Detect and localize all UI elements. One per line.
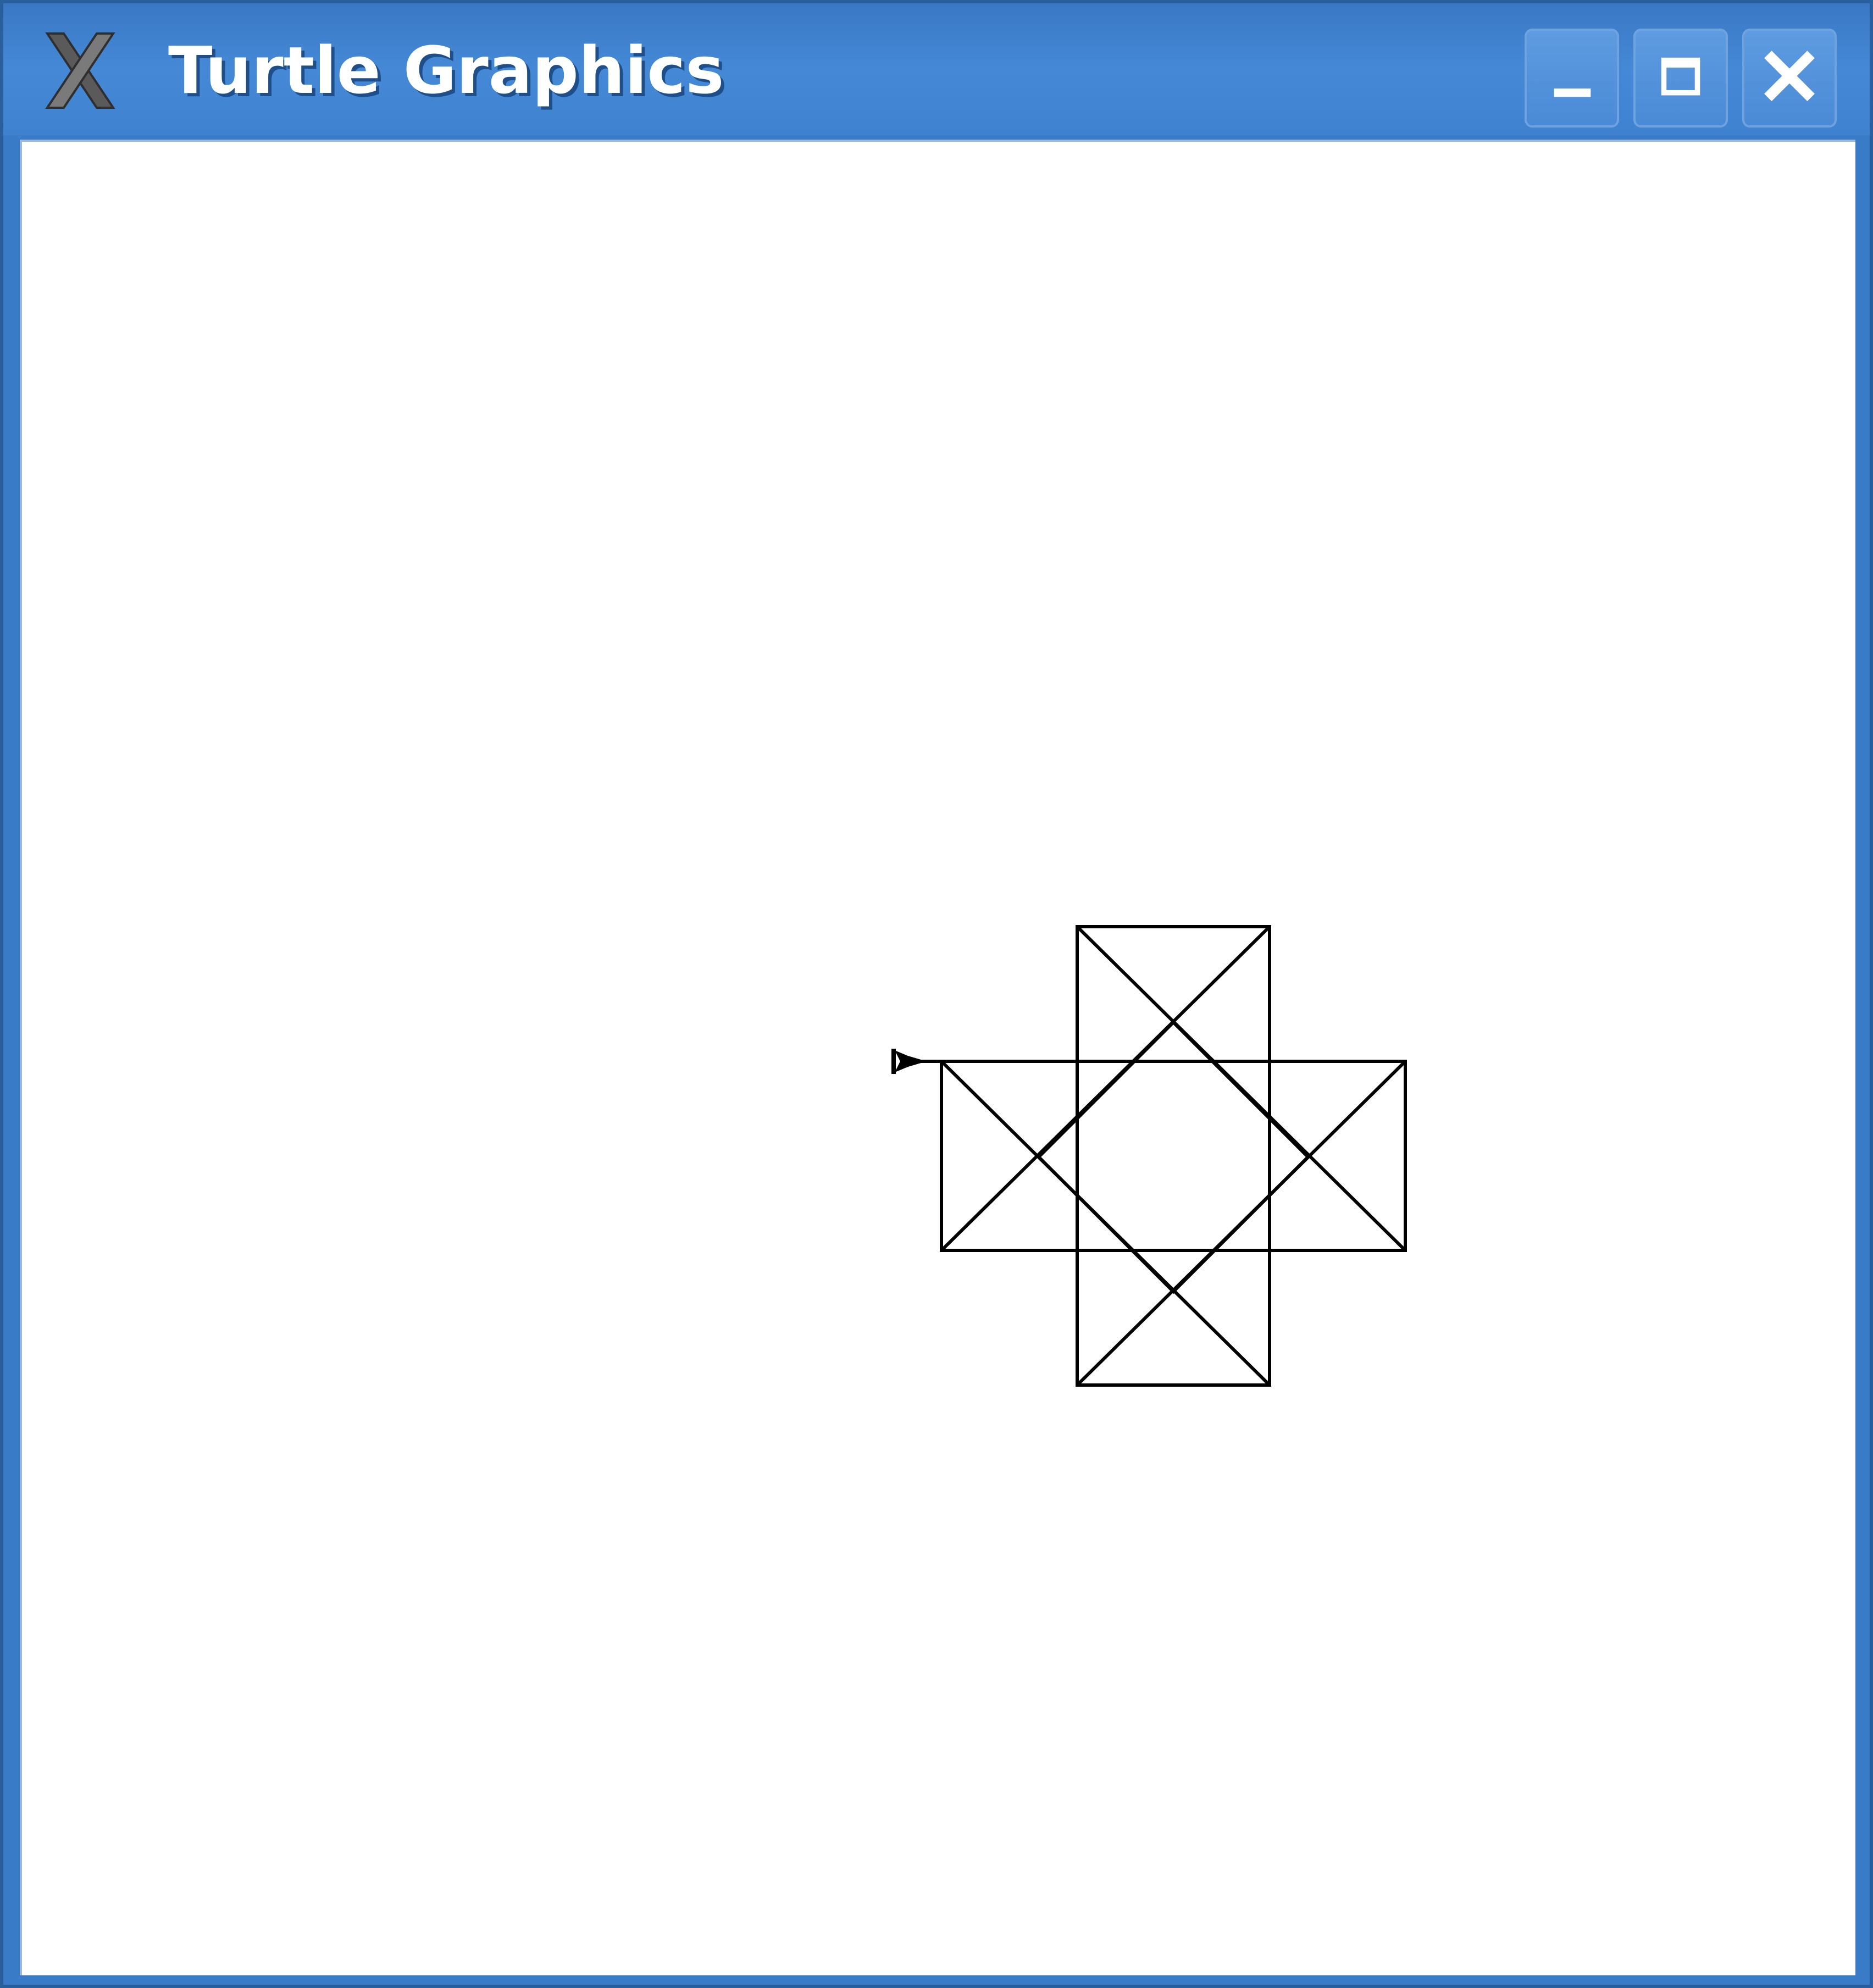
turtle-arrow-icon	[891, 1049, 927, 1074]
eight-pointed-star-drawing	[891, 925, 1407, 1387]
star-square-horizontal	[940, 1060, 1407, 1252]
close-icon	[1764, 51, 1815, 102]
maximize-icon	[1661, 57, 1700, 96]
turtle-canvas[interactable]	[20, 140, 1855, 1975]
star-diag-d	[1076, 1060, 1407, 1387]
minimize-button[interactable]	[1525, 29, 1619, 128]
window-title: Turtle Graphics	[168, 32, 724, 108]
maximize-button[interactable]	[1633, 29, 1728, 128]
star-diag-a	[940, 925, 1271, 1252]
x-logo-icon[interactable]	[42, 31, 119, 110]
turtle-graphics-window: Turtle Graphics	[0, 0, 1873, 1988]
title-bar[interactable]: Turtle Graphics	[3, 3, 1870, 135]
star-diag-b	[1076, 925, 1407, 1252]
minimize-icon	[1554, 88, 1591, 97]
star-square-vertical	[1076, 925, 1271, 1387]
close-button[interactable]	[1742, 29, 1837, 128]
star-diag-c	[940, 1060, 1271, 1387]
